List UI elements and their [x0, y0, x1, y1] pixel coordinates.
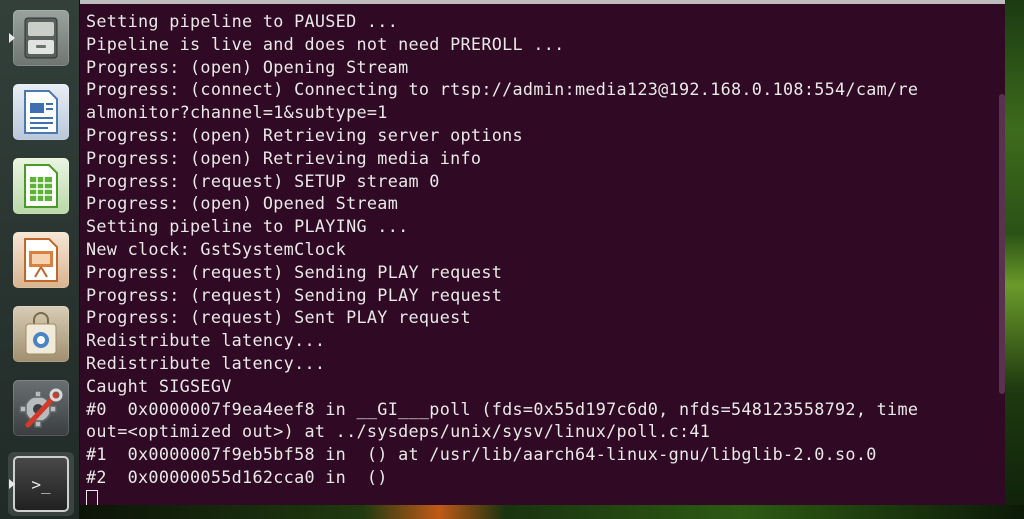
terminal-line: Caught SIGSEGV — [86, 375, 232, 396]
launcher-calc[interactable] — [8, 154, 74, 218]
terminal-line: Progress: (request) Sent PLAY request — [86, 307, 471, 328]
gear-wrench-icon — [13, 380, 69, 436]
terminal-scrollbar[interactable] — [999, 94, 1005, 394]
terminal-line: Progress: (request) Sending PLAY request — [86, 261, 503, 282]
terminal-line: Redistribute latency... — [86, 330, 326, 351]
terminal-line: Pipeline is live and does not need PRERO… — [86, 33, 565, 54]
terminal-cursor — [86, 489, 98, 505]
terminal-icon-glyph: >_ — [31, 474, 51, 494]
terminal-line: Progress: (request) SETUP stream 0 — [86, 170, 440, 191]
launcher-software[interactable] — [8, 302, 74, 366]
terminal-line: Progress: (open) Retrieving media info — [86, 147, 482, 168]
desktop-wallpaper-bottom — [80, 505, 1024, 519]
running-indicator — [9, 33, 15, 43]
terminal-line: out=<optimized out>) at ../sysdeps/unix/… — [86, 421, 711, 442]
launcher-writer[interactable] — [8, 80, 74, 144]
launcher-files[interactable] — [8, 6, 74, 70]
launcher-system-settings[interactable] — [8, 376, 74, 440]
running-indicator — [9, 479, 15, 489]
terminal-line: Setting pipeline to PAUSED ... — [86, 11, 399, 31]
file-cabinet-icon — [13, 10, 69, 66]
terminal-line: #2 0x00000055d162cca0 in () — [86, 466, 388, 487]
terminal-icon: >_ — [13, 456, 69, 512]
desktop-wallpaper — [1005, 0, 1024, 519]
terminal-line: #1 0x0000007f9eb5bf58 in () at /usr/lib/… — [86, 444, 877, 465]
launcher: >_ — [0, 0, 80, 519]
terminal-output[interactable]: Setting pipeline to PAUSED ... Pipeline i… — [86, 10, 1001, 505]
launcher-impress[interactable] — [8, 228, 74, 292]
terminal-line: Progress: (open) Opening Stream — [86, 56, 409, 77]
terminal-line: Redistribute latency... — [86, 352, 326, 373]
terminal-line: Progress: (open) Retrieving server optio… — [86, 124, 523, 145]
launcher-terminal[interactable]: >_ — [8, 452, 74, 516]
terminal-line: almonitor?channel=1&subtype=1 — [86, 102, 388, 123]
terminal-line: Progress: (open) Opened Stream — [86, 193, 399, 214]
terminal-window[interactable]: Setting pipeline to PAUSED ... Pipeline i… — [80, 0, 1005, 505]
terminal-line: Progress: (connect) Connecting to rtsp:/… — [86, 79, 919, 100]
terminal-line: #0 0x0000007f9ea4eef8 in __GI___poll (fd… — [86, 398, 919, 419]
terminal-prompt-line[interactable] — [86, 489, 1001, 505]
terminal-line: Setting pipeline to PLAYING ... — [86, 216, 409, 237]
shopping-bag-icon — [13, 306, 69, 362]
terminal-line: New clock: GstSystemClock — [86, 238, 347, 259]
presentation-icon — [13, 232, 69, 288]
spreadsheet-icon — [13, 158, 69, 214]
document-icon — [13, 84, 69, 140]
terminal-line: Progress: (request) Sending PLAY request — [86, 284, 503, 305]
